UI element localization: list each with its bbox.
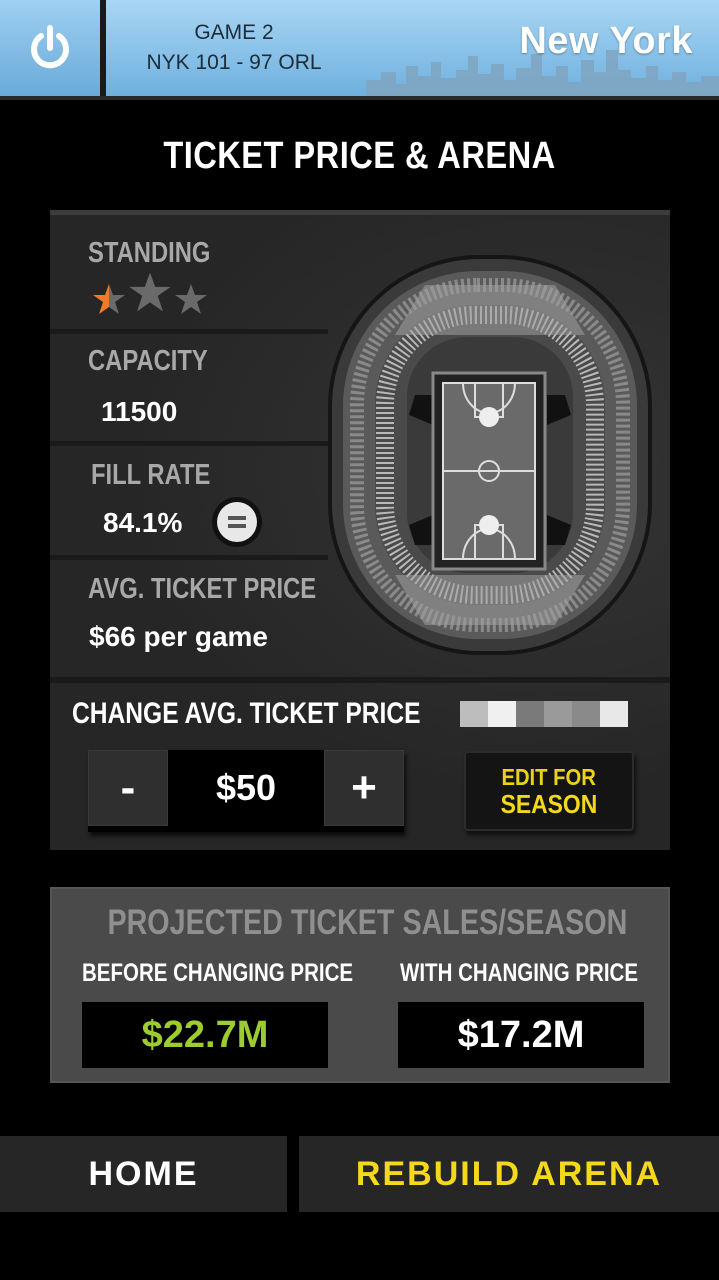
game-label: GAME 2 <box>194 21 274 44</box>
arena-map <box>325 245 655 655</box>
level-tile <box>516 701 544 727</box>
stat-divider <box>50 329 328 334</box>
star-half-icon <box>93 284 125 314</box>
bottom-nav: HOME REBUILD ARENA <box>0 1136 719 1212</box>
edit-button-line1: EDIT FOR <box>501 764 597 790</box>
star-empty-icon <box>175 284 207 314</box>
ticket-price-value: $50 <box>215 767 277 808</box>
home-label: HOME <box>88 1154 199 1193</box>
avg-ticket-price-label: AVG. TICKET PRICE <box>88 573 317 605</box>
increase-price-button[interactable]: + <box>324 750 404 826</box>
star-empty-icon <box>129 272 171 312</box>
game-info: GAME 2 NYK 101 - 97 ORL <box>106 18 362 78</box>
decrease-price-button[interactable]: - <box>88 750 168 826</box>
price-level-indicator <box>460 701 628 727</box>
arena-panel: STANDING CAPACITY 11500 FILL RATE 84.1% … <box>50 210 670 850</box>
projected-sales-panel: PROJECTED TICKET SALES/SEASON BEFORE CHA… <box>50 887 670 1083</box>
after-price-value: $17.2M <box>398 1002 644 1068</box>
top-bar: GAME 2 NYK 101 - 97 ORL New York <box>0 0 719 100</box>
capacity-value: 11500 <box>101 396 178 427</box>
after-price-label: WITH CHANGING PRICE <box>400 959 639 987</box>
capacity-label: CAPACITY <box>88 345 208 377</box>
level-tile <box>572 701 600 727</box>
power-icon <box>31 25 69 69</box>
home-button[interactable]: HOME <box>0 1136 287 1212</box>
level-tile <box>488 701 516 727</box>
standing-label: STANDING <box>88 237 211 269</box>
fill-rate-trend <box>212 497 262 547</box>
city-name: New York <box>519 20 693 62</box>
power-button[interactable] <box>0 0 100 96</box>
before-price-value: $22.7M <box>82 1002 328 1068</box>
section-divider <box>50 677 670 683</box>
avg-ticket-price-value: $66 per game <box>89 621 268 652</box>
level-tile <box>600 701 628 727</box>
rebuild-arena-button[interactable]: REBUILD ARENA <box>299 1136 719 1212</box>
level-tile <box>544 701 572 727</box>
stat-divider <box>50 555 328 560</box>
equal-icon <box>217 502 257 542</box>
ticket-price-stepper: - $50 + <box>88 750 404 832</box>
rebuild-arena-label: REBUILD ARENA <box>355 1154 663 1193</box>
score-line: NYK 101 - 97 ORL <box>146 51 322 74</box>
page-title: TICKET PRICE & ARENA <box>163 135 556 177</box>
fill-rate-value: 84.1% <box>103 507 183 538</box>
edit-button-line2: SEASON <box>500 789 598 819</box>
arena-icon <box>328 255 652 655</box>
projected-sales-title: PROJECTED TICKET SALES/SEASON <box>107 903 628 942</box>
before-price-label: BEFORE CHANGING PRICE <box>82 959 354 987</box>
level-tile <box>460 701 488 727</box>
change-price-label: CHANGE AVG. TICKET PRICE <box>72 697 421 730</box>
stat-divider <box>50 441 328 446</box>
fill-rate-label: FILL RATE <box>91 459 211 491</box>
city-banner: GAME 2 NYK 101 - 97 ORL New York <box>106 0 719 96</box>
header-shadow <box>0 96 719 100</box>
edit-for-season-button[interactable]: EDIT FOR SEASON <box>464 751 634 831</box>
